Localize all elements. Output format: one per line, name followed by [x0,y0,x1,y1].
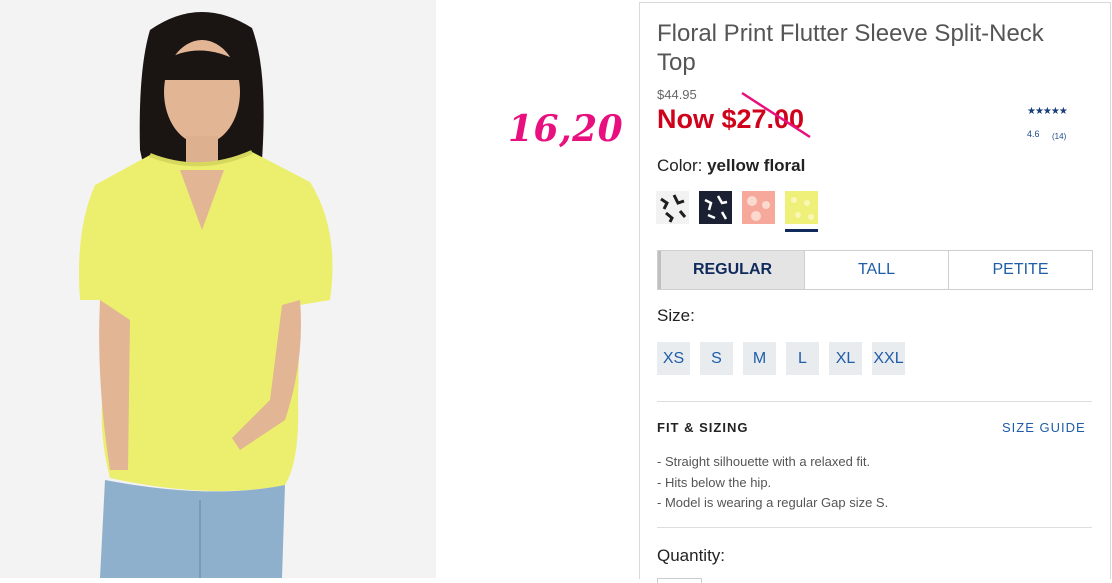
swatch-navy-floral[interactable] [699,191,732,224]
quantity-stepper[interactable] [657,578,702,583]
tab-tall[interactable]: TALL [804,251,948,289]
divider [657,401,1092,402]
size-xxl-button[interactable]: XXL [872,342,905,375]
product-title: Floral Print Flutter Sleeve Split-Neck T… [657,20,1044,76]
fit-sizing-heading: FIT & SIZING [657,420,749,435]
selected-color-name: yellow floral [707,156,806,175]
rating-value: 4.6 [1027,129,1040,139]
swatch-yellow-floral[interactable] [785,191,818,232]
quantity-label: Quantity: [657,546,726,565]
swatch-pink-floral[interactable] [742,191,775,224]
review-count[interactable]: (14) [1052,132,1066,141]
size-xs-button[interactable]: XS [657,342,690,375]
size-m-button[interactable]: M [743,342,776,375]
color-swatches [656,191,818,232]
fit-tabs: REGULAR TALL PETITE [657,250,1093,290]
rating-stars[interactable]: ★★★★★ [1027,106,1068,117]
fit-details-list: - Straight silhouette with a relaxed fit… [657,452,888,514]
size-s-button[interactable]: S [700,342,733,375]
model-photo [0,0,436,578]
size-guide-link[interactable]: SIZE GUIDE [1002,420,1086,435]
tab-regular[interactable]: REGULAR [658,251,804,289]
color-label-text: Color: [657,156,703,175]
color-label: Color: yellow floral [657,156,805,176]
size-label: Size: [657,306,695,325]
price-strikethrough-mark [741,91,811,139]
handwritten-price-annotation: 16,20 [508,108,624,150]
list-item: - Hits below the hip. [657,474,772,490]
list-item: - Straight silhouette with a relaxed fit… [657,454,871,469]
product-image[interactable] [0,0,436,578]
swatch-white-floral[interactable] [656,191,689,224]
tab-petite[interactable]: PETITE [948,251,1092,289]
list-item: - Model is wearing a regular Gap size S. [657,495,889,510]
original-price: $44.95 [657,87,697,102]
product-details-panel: Floral Print Flutter Sleeve Split-Neck T… [639,2,1111,583]
divider [657,527,1092,528]
size-xl-button[interactable]: XL [829,342,862,375]
size-l-button[interactable]: L [786,342,819,375]
size-options: XS S M L XL XXL [657,342,905,375]
